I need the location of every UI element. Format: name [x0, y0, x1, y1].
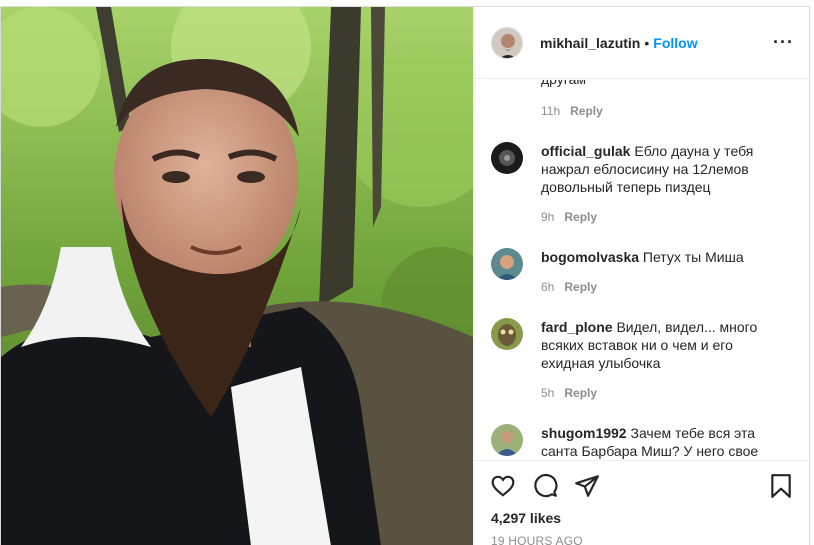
share-icon[interactable]	[574, 473, 600, 499]
commenter-avatar[interactable]	[491, 142, 523, 174]
comment-icon[interactable]	[532, 473, 558, 499]
heart-icon[interactable]	[490, 473, 516, 499]
commenter-username[interactable]: fard_plone	[541, 319, 613, 335]
reply-button[interactable]: Reply	[564, 386, 597, 400]
reply-button[interactable]: Reply	[564, 210, 597, 224]
comment-text-block: shugom1992 Зачем тебе вся эта санта Барб…	[541, 424, 781, 460]
comment-meta: 5h Reply	[541, 386, 597, 400]
avatar-image	[492, 27, 522, 58]
comment-time[interactable]: 5h	[541, 386, 554, 400]
instagram-post: mikhail_lazutin • Follow ··· другам 11h R…	[0, 6, 810, 545]
post-header: mikhail_lazutin • Follow ···	[474, 7, 810, 79]
selfie-photo	[1, 7, 473, 545]
comment-body: Петух ты Миша	[642, 249, 744, 265]
avatar-image	[491, 318, 523, 350]
comment-text-block: official_gulak Ебло дауна у тебя нажрал …	[541, 142, 781, 196]
post-timestamp[interactable]: 19 HOURS AGO	[491, 534, 583, 545]
comment-meta: 6h Reply	[541, 280, 597, 294]
author-username[interactable]: mikhail_lazutin	[540, 35, 640, 51]
comment-meta: 11h Reply	[541, 104, 603, 118]
comment-time[interactable]: 9h	[541, 210, 554, 224]
commenter-avatar[interactable]	[491, 318, 523, 350]
header-separator: •	[644, 34, 650, 51]
reply-button[interactable]: Reply	[564, 280, 597, 294]
commenter-username[interactable]: shugom1992	[541, 425, 627, 441]
like-count[interactable]: 4,297 likes	[491, 510, 561, 526]
commenter-avatar[interactable]	[491, 248, 523, 280]
comment-meta: 9h Reply	[541, 210, 597, 224]
author-avatar[interactable]	[491, 26, 523, 59]
more-options-icon[interactable]: ···	[773, 33, 794, 51]
comment-time[interactable]: 11h	[541, 104, 560, 118]
post-side-panel: mikhail_lazutin • Follow ··· другам 11h R…	[473, 7, 810, 545]
avatar-image	[491, 248, 523, 280]
commenter-username[interactable]: bogomolvaska	[541, 249, 639, 265]
reply-button[interactable]: Reply	[570, 104, 603, 118]
comments-list[interactable]: другам 11h Reply official_gulak Ебло даун…	[474, 80, 810, 460]
comment-time[interactable]: 6h	[541, 280, 554, 294]
post-actions: 4,297 likes 19 HOURS AGO	[474, 460, 810, 545]
comment-text-block: bogomolvaska Петух ты Миша	[541, 248, 781, 266]
commenter-username[interactable]: official_gulak	[541, 143, 630, 159]
bookmark-icon[interactable]	[768, 473, 794, 499]
follow-button[interactable]: Follow	[653, 35, 697, 51]
commenter-avatar[interactable]	[491, 424, 523, 456]
comment-text-block: fard_plone Видел, видел... много всяких …	[541, 318, 781, 372]
action-icons	[490, 473, 600, 501]
comment-truncated-text: другам	[541, 80, 586, 88]
post-photo[interactable]	[1, 7, 473, 545]
avatar-image	[491, 424, 523, 456]
avatar-image	[491, 142, 523, 174]
